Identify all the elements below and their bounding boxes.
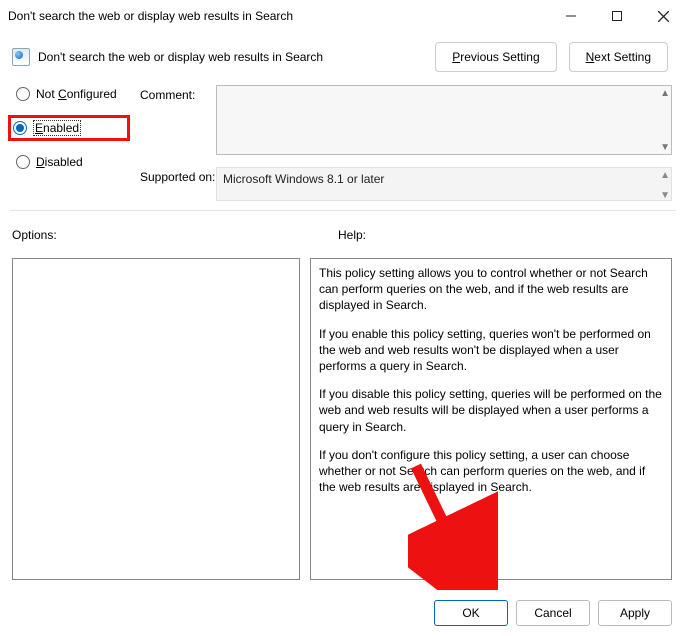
state-radio-group: Not Configured Enabled Disabled	[12, 85, 122, 183]
radio-disabled[interactable]: Disabled	[12, 153, 122, 171]
apply-button[interactable]: Apply	[598, 600, 672, 626]
options-panel	[12, 258, 300, 580]
help-paragraph: If you don't configure this policy setti…	[319, 447, 663, 496]
radio-label: Enabled	[33, 121, 81, 135]
titlebar: Don't search the web or display web resu…	[0, 0, 686, 32]
policy-icon	[12, 48, 30, 66]
radio-label: Not Configured	[36, 87, 117, 101]
policy-title: Don't search the web or display web resu…	[38, 50, 427, 64]
help-label: Help:	[338, 228, 366, 242]
window-title: Don't search the web or display web resu…	[8, 9, 548, 23]
previous-setting-button[interactable]: Previous Setting	[435, 42, 556, 72]
radio-icon	[13, 121, 27, 135]
radio-icon	[16, 155, 30, 169]
help-panel: This policy setting allows you to contro…	[310, 258, 672, 580]
radio-not-configured[interactable]: Not Configured	[12, 85, 122, 103]
radio-icon	[16, 87, 30, 101]
scroll-down-icon[interactable]: ▼	[660, 142, 670, 153]
minimize-button[interactable]	[548, 1, 594, 31]
help-paragraph: If you enable this policy setting, queri…	[319, 326, 663, 375]
cancel-button[interactable]: Cancel	[516, 600, 590, 626]
help-paragraph: If you disable this policy setting, quer…	[319, 386, 663, 435]
supported-on-value: Microsoft Windows 8.1 or later	[216, 167, 672, 201]
radio-enabled[interactable]: Enabled	[8, 115, 130, 141]
radio-label: Disabled	[36, 155, 83, 169]
options-label: Options:	[12, 228, 57, 242]
scroll-down-icon[interactable]: ▼	[660, 190, 670, 201]
comment-input[interactable]	[216, 85, 672, 155]
dialog-footer: OK Cancel Apply	[0, 600, 686, 626]
close-button[interactable]	[640, 1, 686, 31]
supported-on-label: Supported on:	[140, 170, 215, 184]
help-paragraph: This policy setting allows you to contro…	[319, 265, 663, 314]
comment-label: Comment:	[140, 88, 195, 102]
scroll-up-icon[interactable]: ▲	[660, 170, 670, 181]
maximize-button[interactable]	[594, 1, 640, 31]
scroll-up-icon[interactable]: ▲	[660, 88, 670, 99]
section-divider	[10, 210, 676, 211]
ok-button[interactable]: OK	[434, 600, 508, 626]
next-setting-button[interactable]: Next Setting	[569, 42, 668, 72]
header-row: Don't search the web or display web resu…	[0, 32, 686, 76]
